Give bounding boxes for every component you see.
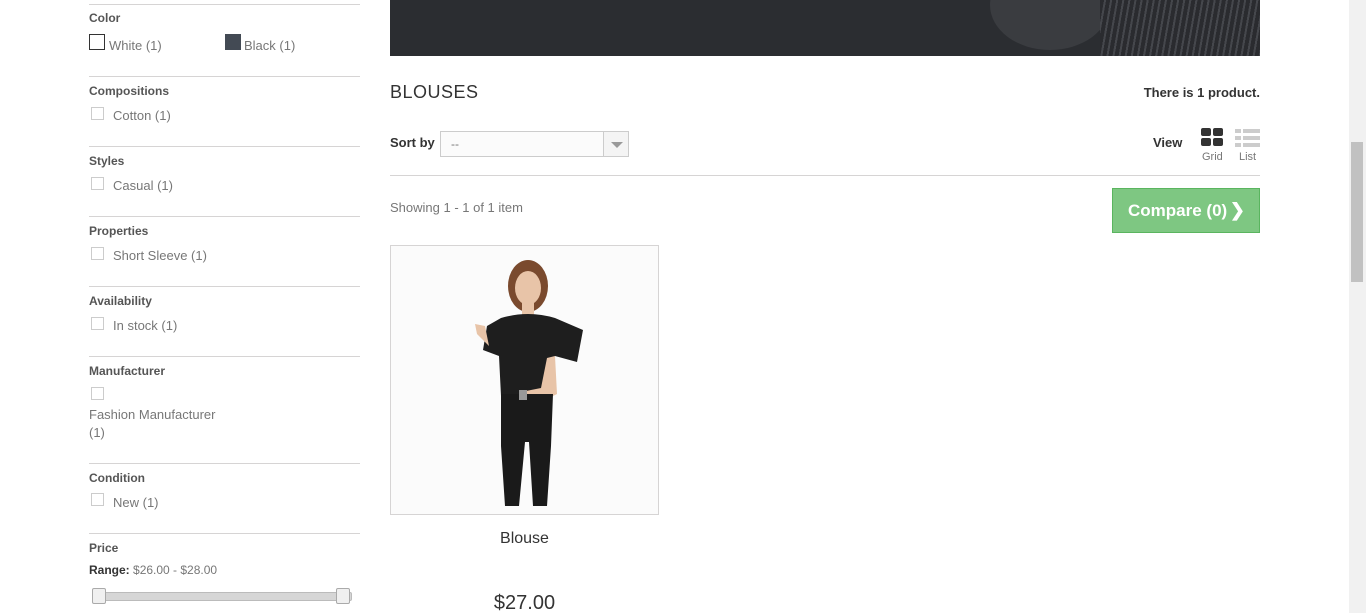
product-photo-blouse — [391, 246, 658, 514]
filter-option-casual[interactable]: Casual (1) — [113, 178, 173, 193]
banner-shape — [990, 0, 1110, 50]
filter-option-count: (1) — [89, 425, 105, 440]
grid-cell — [1201, 128, 1211, 136]
list-view-label[interactable]: List — [1239, 151, 1256, 163]
divider — [390, 175, 1260, 176]
filter-title-compositions: Compositions — [89, 84, 169, 98]
filter-divider — [89, 146, 360, 147]
list-bullet — [1235, 136, 1241, 140]
sort-select[interactable]: -- — [440, 131, 629, 157]
grid-view-label[interactable]: Grid — [1202, 151, 1223, 163]
product-image[interactable] — [390, 245, 659, 515]
chevron-right-icon: ❯ — [1229, 200, 1245, 220]
filter-option-new[interactable]: New (1) — [113, 495, 159, 510]
filter-divider — [89, 4, 360, 5]
grid-cell — [1201, 138, 1211, 146]
filter-title-manufacturer: Manufacturer — [89, 364, 166, 378]
page-scrollbar[interactable] — [1349, 0, 1366, 613]
filter-divider — [89, 463, 360, 464]
filter-option-fashion-manufacturer[interactable]: Fashion Manufacturer — [89, 407, 215, 422]
filter-option-short-sleeve[interactable]: Short Sleeve (1) — [113, 248, 207, 263]
list-view-icon[interactable] — [1235, 128, 1260, 147]
list-bullet — [1235, 143, 1241, 147]
filter-divider — [89, 356, 360, 357]
checkbox-cotton[interactable] — [91, 107, 104, 120]
price-slider-max-handle[interactable] — [336, 588, 350, 604]
list-bullet — [1235, 129, 1241, 133]
sort-label: Sort by — [390, 135, 435, 150]
price-range-label: Range: $26.00 - $28.00 — [89, 563, 217, 577]
compare-label: Compare (0) — [1128, 201, 1228, 220]
filter-title-availability: Availability — [89, 294, 152, 308]
product-count: There is 1 product. — [1143, 85, 1260, 100]
color-swatch-black[interactable] — [225, 34, 241, 50]
grid-view-icon[interactable] — [1201, 128, 1224, 147]
filter-divider — [89, 216, 360, 217]
compare-button[interactable]: Compare (0) ❯ — [1112, 188, 1260, 233]
filter-divider — [89, 76, 360, 77]
grid-cell — [1213, 128, 1223, 136]
list-line — [1243, 143, 1260, 147]
filter-option-white[interactable]: White (1) — [109, 38, 162, 53]
list-line — [1243, 136, 1260, 140]
price-range-value: $26.00 - $28.00 — [133, 563, 218, 577]
filter-option-in-stock[interactable]: In stock (1) — [113, 318, 177, 333]
price-slider-track[interactable] — [98, 592, 352, 601]
filter-option-black[interactable]: Black (1) — [244, 38, 295, 53]
price-slider-min-handle[interactable] — [92, 588, 106, 604]
showing-items-text: Showing 1 - 1 of 1 item — [390, 200, 523, 215]
product-price: $27.00 — [493, 592, 556, 614]
category-title: BLOUSES — [390, 82, 479, 102]
chevron-down-icon[interactable] — [603, 132, 628, 156]
filter-title-styles: Styles — [89, 154, 125, 168]
filter-title-color: Color — [89, 11, 121, 25]
filter-divider — [89, 286, 360, 287]
banner-shape — [1100, 0, 1260, 56]
checkbox-short-sleeve[interactable] — [91, 247, 104, 260]
price-range-prefix: Range: — [89, 563, 130, 577]
filter-title-price: Price — [89, 541, 119, 555]
checkbox-in-stock[interactable] — [91, 317, 104, 330]
checkbox-fashion-manufacturer[interactable] — [91, 387, 104, 400]
filter-divider — [89, 533, 360, 534]
filter-title-condition: Condition — [89, 471, 145, 485]
category-banner-image — [390, 0, 1260, 56]
product-name[interactable]: Blouse — [390, 530, 659, 548]
filter-title-properties: Properties — [89, 224, 149, 238]
filter-option-cotton[interactable]: Cotton (1) — [113, 108, 171, 123]
sort-value: -- — [451, 137, 459, 151]
checkbox-casual[interactable] — [91, 177, 104, 190]
grid-cell — [1213, 138, 1223, 146]
checkbox-new[interactable] — [91, 493, 104, 506]
list-line — [1243, 129, 1260, 133]
scrollbar-thumb[interactable] — [1351, 142, 1363, 282]
view-label: View — [1153, 135, 1183, 150]
color-swatch-white[interactable] — [89, 34, 105, 50]
